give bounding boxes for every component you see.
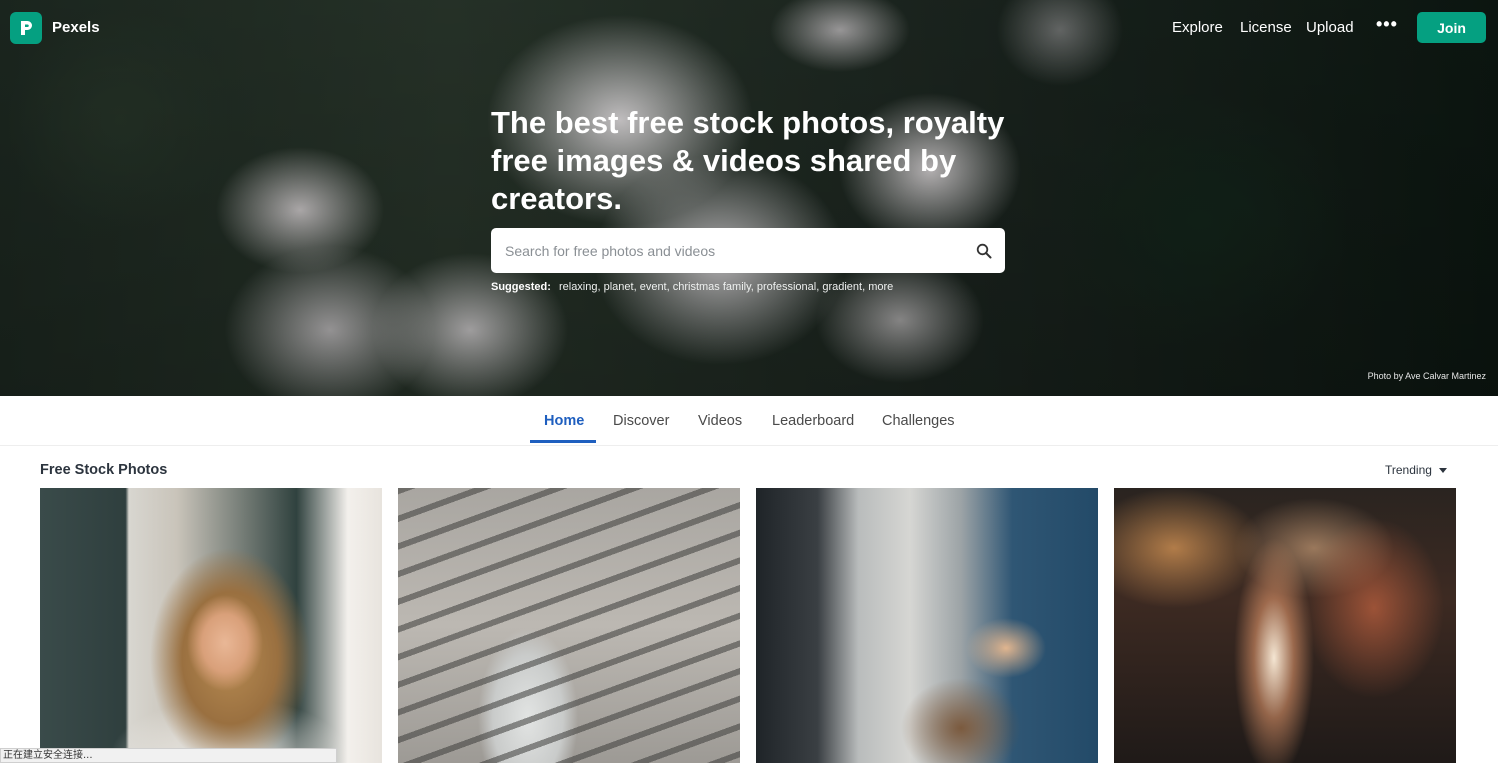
tab-home[interactable]: Home [544, 413, 584, 429]
brand-name[interactable]: Pexels [52, 19, 100, 36]
suggested-tag-relaxing[interactable]: relaxing, [559, 281, 601, 293]
nav-upload-link[interactable]: Upload [1306, 19, 1354, 36]
active-tab-indicator [530, 440, 596, 443]
tab-discover[interactable]: Discover [613, 413, 669, 429]
photo-card[interactable] [1114, 488, 1456, 763]
suggested-searches: Suggested: relaxing, planet, event, chri… [491, 281, 893, 293]
hero-title: The best free stock photos, royalty free… [491, 105, 1005, 216]
section-title: Free Stock Photos [40, 462, 168, 478]
suggested-label: Suggested: [491, 281, 551, 293]
suggested-tag-planet[interactable]: planet, [604, 281, 637, 293]
suggested-tag-christmas-family[interactable]: christmas family, [673, 281, 754, 293]
suggested-tag-professional[interactable]: professional, [757, 281, 819, 293]
sort-dropdown[interactable]: Trending [1385, 463, 1447, 477]
photo-card[interactable] [398, 488, 740, 763]
tab-challenges[interactable]: Challenges [882, 413, 955, 429]
tab-videos[interactable]: Videos [698, 413, 742, 429]
chevron-down-icon [1438, 467, 1447, 473]
sort-label: Trending [1385, 463, 1432, 477]
more-dots-icon[interactable]: ••• [1376, 14, 1398, 35]
main-tabs: Home Discover Videos Leaderboard Challen… [0, 396, 1498, 446]
join-button[interactable]: Join [1417, 12, 1486, 43]
search-input[interactable] [491, 228, 963, 273]
tab-leaderboard[interactable]: Leaderboard [772, 413, 854, 429]
pexels-logo-icon[interactable] [10, 12, 42, 44]
nav-explore-link[interactable]: Explore [1172, 19, 1223, 36]
search-icon[interactable] [963, 228, 1005, 273]
nav-license-link[interactable]: License [1240, 19, 1292, 36]
photo-card[interactable] [756, 488, 1098, 763]
top-navigation: Pexels Explore License Upload ••• Join [0, 0, 1498, 56]
suggested-more-link[interactable]: more [868, 281, 893, 293]
hero-banner: Pexels Explore License Upload ••• Join T… [0, 0, 1498, 396]
search-bar [491, 228, 1005, 273]
suggested-tag-event[interactable]: event, [640, 281, 670, 293]
photo-credit[interactable]: Photo by Ave Calvar Martinez [1368, 371, 1486, 381]
suggested-tag-gradient[interactable]: gradient, [822, 281, 865, 293]
browser-status-bar: 正在建立安全连接... [0, 748, 337, 763]
photo-card[interactable] [40, 488, 382, 763]
